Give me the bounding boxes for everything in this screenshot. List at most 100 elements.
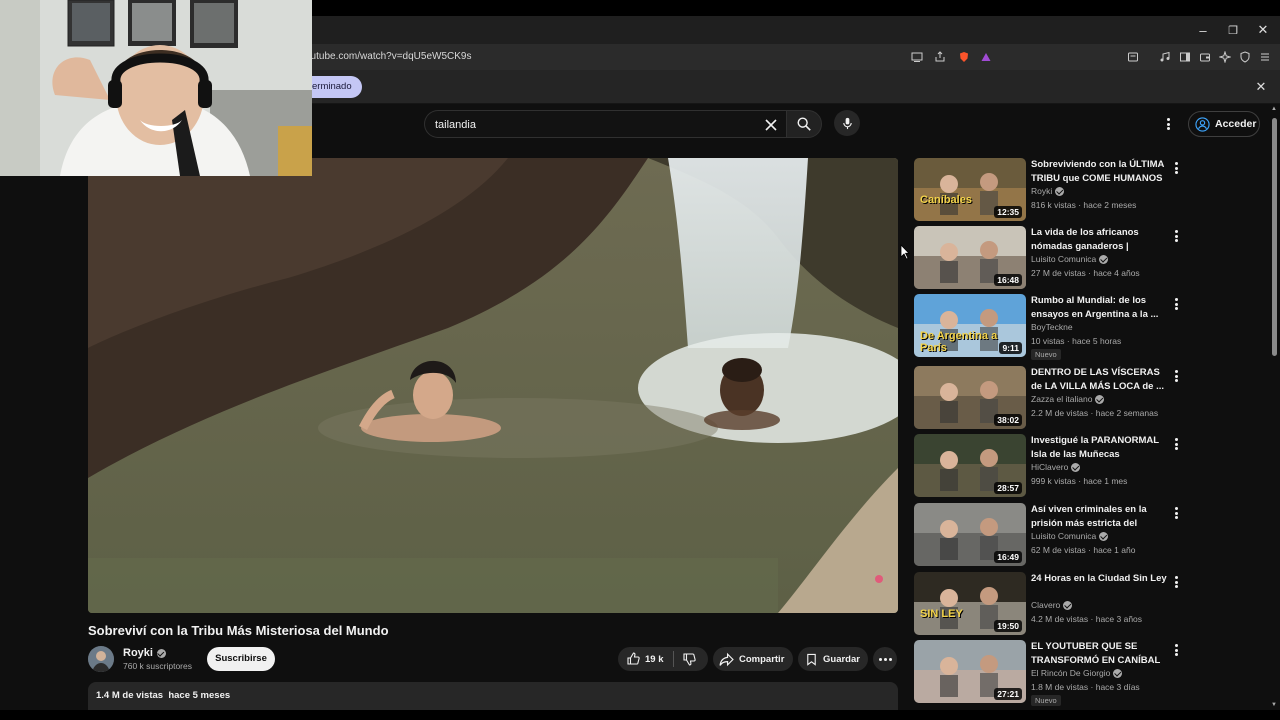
recommendation-channel[interactable]: Luisito Comunica [1031,254,1096,264]
recommendation-menu-icon[interactable] [1170,642,1182,658]
share-label: Compartir [739,653,785,665]
recommendation-thumbnail[interactable]: 38:02 [914,366,1026,429]
recommendation-meta: 816 k vistas · hace 2 meses [1031,200,1137,210]
recommendation-channel-row[interactable]: El Rincón De Giorgio [1031,668,1123,678]
recommendation-title[interactable]: La vida de los africanos nómadas ganader… [1031,226,1169,253]
wallet-icon[interactable] [1197,49,1213,65]
video-player[interactable] [88,158,898,613]
vpn-icon[interactable] [1237,49,1253,65]
recommendation-channel[interactable]: El Rincón De Giorgio [1031,668,1110,678]
search-input-value[interactable]: tailandia [435,111,476,139]
recommendation-menu-icon[interactable] [1170,228,1182,244]
recommendation-channel-row[interactable]: Royki [1031,186,1065,196]
media-icon[interactable] [1157,49,1173,65]
recommendation-menu-icon[interactable] [1170,574,1182,590]
more-dot [888,657,892,661]
clear-search-icon[interactable] [762,116,780,134]
recommendation-title[interactable]: EL YOUTUBER QUE SE TRANSFORMÓ EN CANÍBAL… [1031,640,1169,667]
recommendation-channel[interactable]: Zazza el italiano [1031,394,1092,404]
infobar-close-icon[interactable]: ✕ [1254,80,1268,94]
recommendation-channel[interactable]: BoyTeckne [1031,322,1073,332]
scrollbar[interactable]: ▲ ▼ [1270,104,1280,710]
cast-icon[interactable] [909,49,925,65]
video-duration: 16:48 [994,274,1022,286]
recommendation-thumbnail[interactable]: 28:57 [914,434,1026,497]
recommendation-channel-row[interactable]: HiClavero [1031,462,1081,472]
settings-more-icon[interactable] [1162,116,1174,132]
more-actions-button[interactable] [873,647,897,671]
recommendation-meta: 999 k vistas · hace 1 mes [1031,476,1128,486]
search-button[interactable] [786,110,822,138]
recommendation-channel-row[interactable]: Luisito Comunica [1031,531,1109,541]
recommendation-title[interactable]: Rumbo al Mundial: de los ensayos en Arge… [1031,294,1169,321]
save-button[interactable]: Guardar [798,647,868,671]
recommendation-channel[interactable]: Clavero [1031,600,1060,610]
recommendation-channel-row[interactable]: Zazza el italiano [1031,394,1105,404]
recommendation-item[interactable]: Caníbales 12:35 Sobreviviendo con la ÚLTIM… [914,158,1184,222]
recommendation-title[interactable]: Sobreviviendo con la ÚLTIMA TRIBU que CO… [1031,158,1169,185]
scroll-down-arrow[interactable]: ▼ [1271,702,1277,708]
subscriber-count: 760 k suscriptores [123,661,192,671]
minimize-button[interactable]: – [1188,16,1218,44]
recommendation-item[interactable]: SIN LEY 19:50 24 Horas en la Ciudad Sin Le… [914,572,1184,636]
subscribe-button[interactable]: Suscribirse [207,647,275,671]
recommendation-meta: 2.2 M de vistas · hace 2 semanas [1031,408,1159,418]
recommendation-title[interactable]: Investigué la PARANORMAL Isla de las Muñ… [1031,434,1169,461]
channel-avatar[interactable] [88,646,114,672]
recommendation-title[interactable]: Así viven criminales en la prisión más e… [1031,503,1169,530]
recommendation-menu-icon[interactable] [1170,505,1182,521]
recommendation-channel[interactable]: HiClavero [1031,462,1068,472]
recommendation-menu-icon[interactable] [1170,296,1182,312]
verified-icon [156,648,166,658]
verified-icon [1063,600,1073,610]
recommendation-item[interactable]: 27:21 EL YOUTUBER QUE SE TRANSFORMÓ EN CA… [914,640,1184,706]
reader-icon[interactable] [1125,49,1141,65]
dislike-icon[interactable] [682,652,696,666]
video-duration: 28:57 [994,482,1022,494]
brave-rewards-icon[interactable] [978,49,994,65]
recommendation-menu-icon[interactable] [1170,436,1182,452]
webcam-feed [0,0,312,176]
recommendation-item[interactable]: De Argentina a París 9:11 Rumbo al Mundial… [914,294,1184,360]
recommendation-channel-row[interactable]: Clavero [1031,600,1073,610]
search-input[interactable]: tailandia [424,110,786,138]
recommendation-channel-row[interactable]: BoyTeckne [1031,322,1073,332]
menu-icon[interactable] [1257,49,1273,65]
recommendation-channel[interactable]: Royki [1031,186,1052,196]
recommendation-thumbnail[interactable]: 16:48 [914,226,1026,289]
recommendation-title[interactable]: 24 Horas en la Ciudad Sin Ley [1031,572,1169,586]
brave-shield-icon[interactable] [956,49,972,65]
recommendation-item[interactable]: 16:48 La vida de los africanos nómadas ga… [914,226,1184,290]
recommendation-channel-row[interactable]: Luisito Comunica [1031,254,1109,264]
channel-name-row[interactable]: Royki [123,647,166,659]
scroll-up-arrow[interactable]: ▲ [1271,106,1277,112]
url-text[interactable]: youtube.com/watch?v=dqU5eW5CK9s [300,44,471,70]
like-count[interactable]: 19 k [645,654,673,665]
recommendation-thumbnail[interactable]: Caníbales 12:35 [914,158,1026,221]
recommendation-menu-icon[interactable] [1170,368,1182,384]
recommendation-menu-icon[interactable] [1170,160,1182,176]
recommendation-channel[interactable]: Luisito Comunica [1031,531,1096,541]
share-icon[interactable] [932,49,948,65]
signin-button[interactable]: Acceder [1188,111,1260,137]
recommendation-item[interactable]: 38:02 DENTRO DE LAS VÍSCERAS de LA VILLA … [914,366,1184,430]
recommendation-item[interactable]: 28:57 Investigué la PARANORMAL Isla de la… [914,434,1184,498]
scrollbar-thumb[interactable] [1272,118,1277,356]
recommendation-thumbnail[interactable]: 27:21 [914,640,1026,703]
recommendation-thumbnail[interactable]: De Argentina a París 9:11 [914,294,1026,357]
recommendation-thumbnail[interactable]: SIN LEY 19:50 [914,572,1026,635]
share-button[interactable]: Compartir [713,647,793,671]
recommendation-item[interactable]: 16:49 Así viven criminales en la prisión … [914,503,1184,567]
sidebar-icon[interactable] [1177,49,1193,65]
leo-ai-icon[interactable] [1217,49,1233,65]
like-icon[interactable] [626,652,640,666]
channel-name[interactable]: Royki [123,647,153,659]
maximize-button[interactable]: ❐ [1218,16,1248,44]
recommendation-thumbnail[interactable]: 16:49 [914,503,1026,566]
voice-search-button[interactable] [834,110,860,136]
verified-icon [1055,186,1065,196]
thumbnail-overlay-text: Caníbales [920,194,972,206]
close-window-button[interactable]: ✕ [1248,16,1278,44]
recommendation-meta: 10 vistas · hace 5 horas [1031,336,1122,346]
recommendation-title[interactable]: DENTRO DE LAS VÍSCERAS de LA VILLA MÁS L… [1031,366,1169,393]
